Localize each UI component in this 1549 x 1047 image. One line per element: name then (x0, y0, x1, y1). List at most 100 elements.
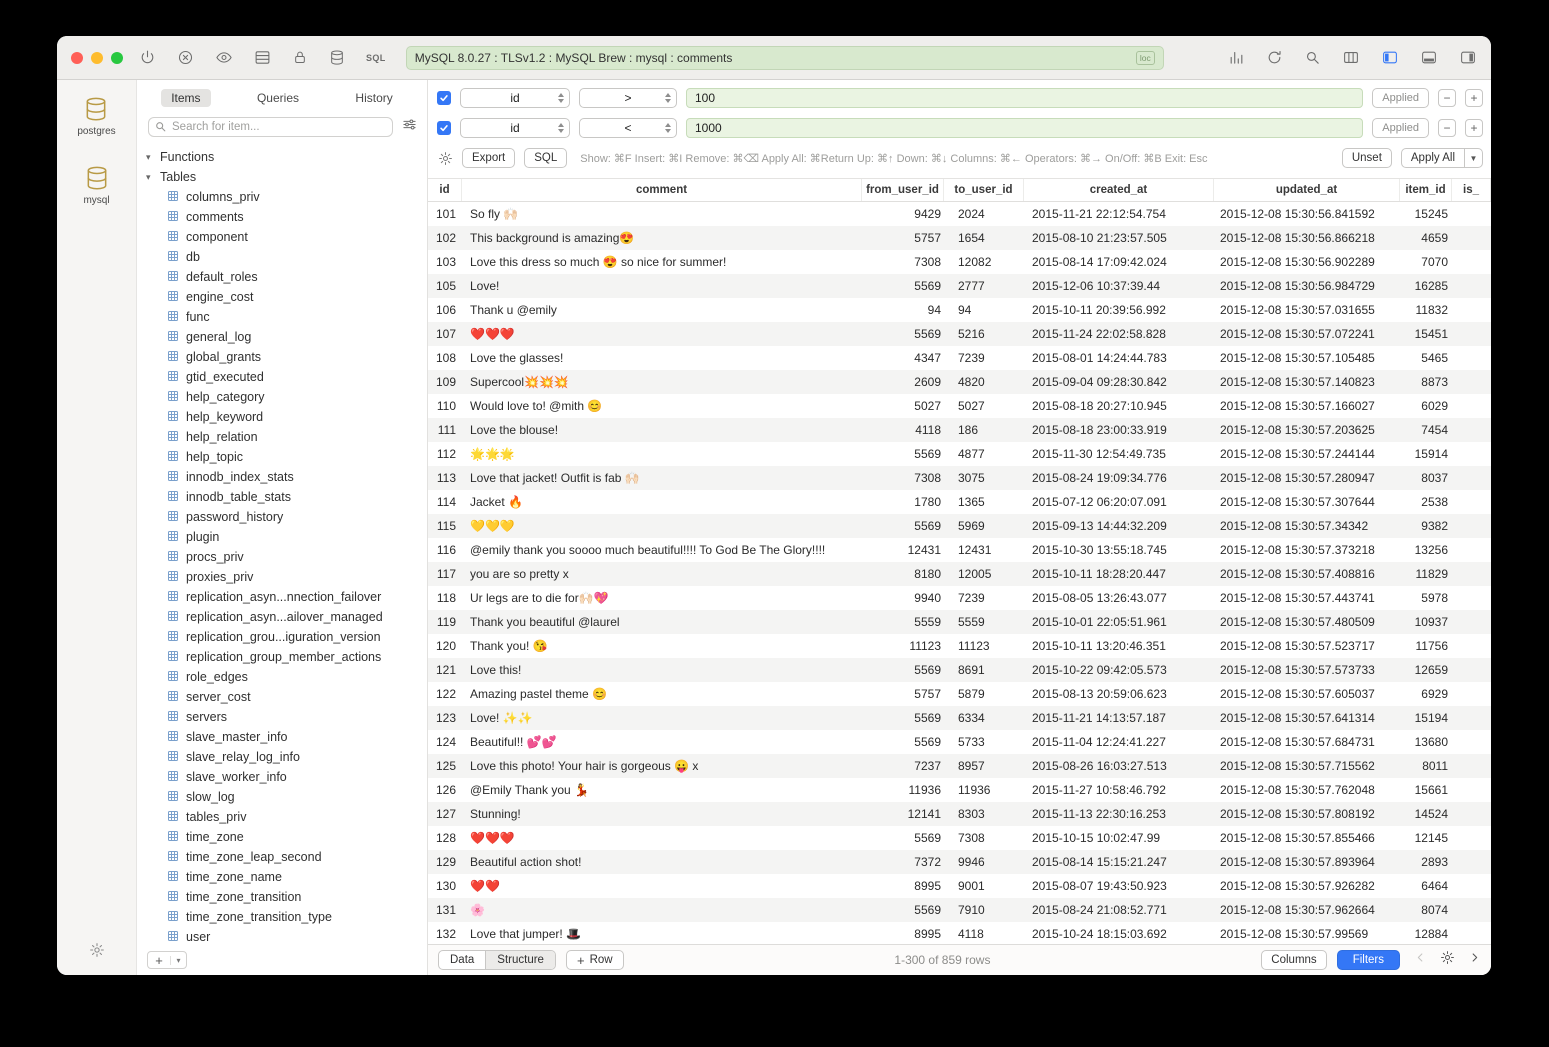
column-header-comment[interactable]: comment (462, 179, 862, 201)
sidebar-table-item[interactable]: columns_priv (137, 187, 427, 207)
sidebar-table-item[interactable]: db (137, 247, 427, 267)
columns-layout-icon[interactable] (1342, 49, 1360, 66)
column-header-updated_at[interactable]: updated_at (1214, 179, 1400, 201)
filter-applied-button[interactable]: Applied (1372, 118, 1429, 138)
filter-enabled-checkbox[interactable] (437, 121, 451, 135)
refresh-icon[interactable] (1266, 49, 1283, 66)
table-rows-icon[interactable] (254, 49, 271, 66)
sidebar-section-tables[interactable]: ▾Tables (137, 167, 427, 187)
table-row[interactable]: 132Love that jumper! 🎩899541182015-10-24… (428, 922, 1491, 944)
table-row[interactable]: 102This background is amazing😍5757165420… (428, 226, 1491, 250)
zoom-window-button[interactable] (111, 52, 123, 64)
sidebar-table-item[interactable]: slave_relay_log_info (137, 747, 427, 767)
sidebar-table-item[interactable]: servers (137, 707, 427, 727)
connection-postgres[interactable]: postgres (77, 96, 115, 137)
table-row[interactable]: 128❤️❤️❤️556973082015-10-15 10:02:47.992… (428, 826, 1491, 850)
sidebar-table-item[interactable]: comments (137, 207, 427, 227)
filter-value-input[interactable] (686, 88, 1363, 108)
search-icon[interactable] (1304, 49, 1321, 66)
sidebar-table-item[interactable]: default_roles (137, 267, 427, 287)
table-row[interactable]: 131🌸556979102015-08-24 21:08:52.7712015-… (428, 898, 1491, 922)
column-header-from_user_id[interactable]: from_user_id (862, 179, 944, 201)
table-row[interactable]: 103Love this dress so much 😍 so nice for… (428, 250, 1491, 274)
column-header-id[interactable]: id (428, 179, 462, 201)
lock-icon[interactable] (292, 49, 308, 66)
table-row[interactable]: 120Thank you! 😘11123111232015-10-11 13:2… (428, 634, 1491, 658)
table-row[interactable]: 111Love the blouse!41181862015-08-18 23:… (428, 418, 1491, 442)
sidebar-table-item[interactable]: general_log (137, 327, 427, 347)
table-row[interactable]: 117you are so pretty x8180120052015-10-1… (428, 562, 1491, 586)
sidebar-section-functions[interactable]: ▾Functions (137, 147, 427, 167)
sidebar-table-item[interactable]: replication_grou...iguration_version (137, 627, 427, 647)
add-item-button[interactable]: + (148, 953, 170, 968)
table-row[interactable]: 108Love the glasses!434772392015-08-01 1… (428, 346, 1491, 370)
connect-icon[interactable] (139, 49, 156, 66)
connection-mysql[interactable]: mysql (83, 165, 109, 206)
filter-value-input[interactable] (686, 118, 1363, 138)
sidebar-table-item[interactable]: tables_priv (137, 807, 427, 827)
chart-icon[interactable] (1228, 49, 1245, 66)
table-row[interactable]: 124Beautiful!! 💕💕556957332015-11-04 12:2… (428, 730, 1491, 754)
filter-gear-icon[interactable] (438, 151, 453, 166)
column-header-created_at[interactable]: created_at (1024, 179, 1214, 201)
sidebar-table-item[interactable]: slave_worker_info (137, 767, 427, 787)
sidebar-table-item[interactable]: slave_master_info (137, 727, 427, 747)
sidebar-table-item[interactable]: proxies_priv (137, 567, 427, 587)
table-row[interactable]: 109Supercool💥💥💥260948202015-09-04 09:28:… (428, 370, 1491, 394)
filter-applied-button[interactable]: Applied (1372, 88, 1429, 108)
disconnect-icon[interactable] (177, 49, 194, 66)
table-row[interactable]: 107❤️❤️❤️556952162015-11-24 22:02:58.828… (428, 322, 1491, 346)
sidebar-table-item[interactable]: global_grants (137, 347, 427, 367)
sidebar-table-item[interactable]: func (137, 307, 427, 327)
apply-all-button[interactable]: Apply All ▼ (1401, 148, 1483, 168)
sidebar-table-item[interactable]: innodb_table_stats (137, 487, 427, 507)
prev-page-icon[interactable] (1414, 951, 1427, 969)
table-row[interactable]: 110Would love to! @mith 😊502750272015-08… (428, 394, 1491, 418)
sidebar-table-item[interactable]: help_topic (137, 447, 427, 467)
sidebar-table-item[interactable]: time_zone_leap_second (137, 847, 427, 867)
unset-button[interactable]: Unset (1342, 148, 1392, 168)
sidebar-table-item[interactable]: engine_cost (137, 287, 427, 307)
sidebar-table-item[interactable]: time_zone_transition (137, 887, 427, 907)
table-row[interactable]: 126@Emily Thank you 💃11936119362015-11-2… (428, 778, 1491, 802)
column-header-to_user_id[interactable]: to_user_id (944, 179, 1024, 201)
filter-enabled-checkbox[interactable] (437, 91, 451, 105)
table-row[interactable]: 116@emily thank you soooo much beautiful… (428, 538, 1491, 562)
search-input[interactable] (148, 117, 393, 137)
table-row[interactable]: 129Beautiful action shot!737299462015-08… (428, 850, 1491, 874)
table-row[interactable]: 113Love that jacket! Outfit is fab 🙌🏻730… (428, 466, 1491, 490)
sidebar-table-item[interactable]: component (137, 227, 427, 247)
table-row[interactable]: 127Stunning!1214183032015-11-13 22:30:16… (428, 802, 1491, 826)
remove-filter-button[interactable]: − (1438, 119, 1456, 137)
close-window-button[interactable] (71, 52, 83, 64)
sidebar-table-item[interactable]: role_edges (137, 667, 427, 687)
add-filter-button[interactable]: + (1465, 119, 1483, 137)
table-row[interactable]: 122Amazing pastel theme 😊575758792015-08… (428, 682, 1491, 706)
filter-column-select[interactable]: id (460, 118, 570, 138)
sql-console-button[interactable]: SQL (366, 53, 386, 63)
table-row[interactable]: 115💛💛💛556959692015-09-13 14:44:32.209201… (428, 514, 1491, 538)
filter-settings-icon[interactable] (402, 117, 417, 137)
add-row-button[interactable]: + Row (566, 950, 624, 970)
sidebar-table-item[interactable]: password_history (137, 507, 427, 527)
sidebar-table-item[interactable]: server_cost (137, 687, 427, 707)
toggle-left-panel-icon[interactable] (1381, 49, 1399, 66)
add-item-menu-button[interactable]: ▾ (170, 956, 186, 965)
column-header-is_[interactable]: is_ (1452, 179, 1491, 201)
tab-structure[interactable]: Structure (485, 951, 555, 969)
tab-queries[interactable]: Queries (247, 89, 309, 107)
sidebar-table-item[interactable]: procs_priv (137, 547, 427, 567)
filter-column-select[interactable]: id (460, 88, 570, 108)
sidebar-table-item[interactable]: replication_asyn...ailover_managed (137, 607, 427, 627)
table-row[interactable]: 105Love!556927772015-12-06 10:37:39.4420… (428, 274, 1491, 298)
table-row[interactable]: 106Thank u @emily94942015-10-11 20:39:56… (428, 298, 1491, 322)
minimize-window-button[interactable] (91, 52, 103, 64)
sidebar-table-item[interactable]: gtid_executed (137, 367, 427, 387)
sql-button[interactable]: SQL (524, 148, 567, 168)
eye-icon[interactable] (215, 49, 233, 66)
sidebar-table-item[interactable]: plugin (137, 527, 427, 547)
table-row[interactable]: 125Love this photo! Your hair is gorgeou… (428, 754, 1491, 778)
sidebar-table-item[interactable]: help_category (137, 387, 427, 407)
sidebar-table-item[interactable]: time_zone_name (137, 867, 427, 887)
sidebar-table-item[interactable]: time_zone_transition_type (137, 907, 427, 927)
